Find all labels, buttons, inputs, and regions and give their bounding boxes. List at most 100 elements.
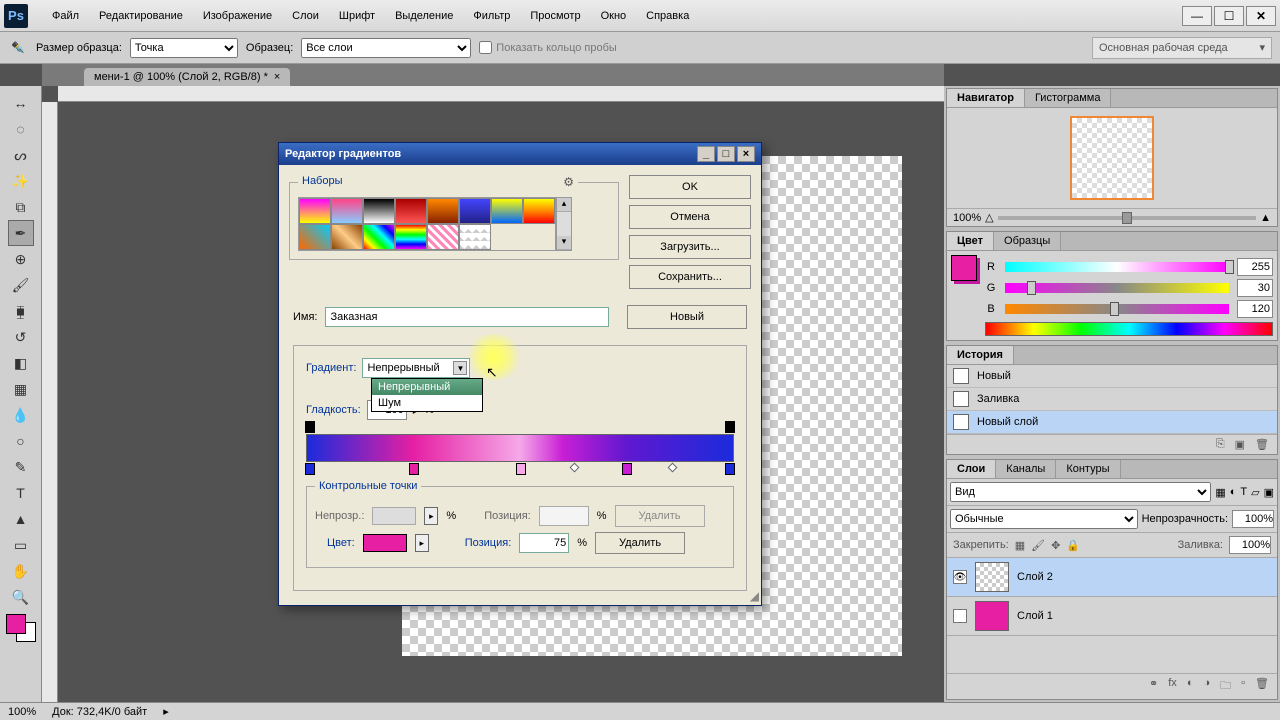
menu-image[interactable]: Изображение: [195, 6, 280, 26]
preset-swatch[interactable]: [363, 224, 395, 250]
swatches-tab[interactable]: Образцы: [994, 232, 1061, 250]
blur-tool[interactable]: 💧: [8, 402, 34, 428]
layer-item[interactable]: 👁 Слой 2: [947, 558, 1277, 597]
cp-color-delete-button[interactable]: Удалить: [595, 532, 685, 554]
preset-swatch[interactable]: [523, 198, 555, 224]
sample-src-select[interactable]: Все слои: [301, 38, 471, 58]
lock-paint-icon[interactable]: 🖌: [1031, 539, 1045, 552]
filter-smart-icon[interactable]: ▣: [1264, 486, 1274, 499]
name-input[interactable]: [325, 307, 609, 327]
new-button[interactable]: Новый: [627, 305, 747, 329]
g-input[interactable]: [1237, 279, 1273, 297]
preset-swatch[interactable]: [395, 224, 427, 250]
cp-color-pos-input[interactable]: [519, 533, 569, 553]
marquee-tool[interactable]: ◌: [8, 116, 34, 142]
navigator-tab[interactable]: Навигатор: [947, 89, 1025, 107]
gradient-tool[interactable]: ▦: [8, 376, 34, 402]
visibility-toggle[interactable]: [953, 609, 967, 623]
history-item[interactable]: Заливка: [947, 388, 1277, 411]
navigator-thumbnail[interactable]: [1070, 116, 1154, 200]
ok-button[interactable]: OK: [629, 175, 751, 199]
cancel-button[interactable]: Отмена: [629, 205, 751, 229]
preset-swatch[interactable]: [459, 224, 491, 250]
midpoint-handle[interactable]: [570, 463, 580, 473]
brush-tool[interactable]: 🖌: [8, 272, 34, 298]
resize-grip[interactable]: ◢: [750, 589, 759, 603]
history-snapshot-icon[interactable]: ⎘: [1216, 438, 1225, 451]
sample-size-select[interactable]: Точка: [130, 38, 238, 58]
layer-name[interactable]: Слой 2: [1017, 571, 1053, 583]
r-slider[interactable]: [1005, 262, 1229, 272]
opacity-stop[interactable]: [305, 421, 315, 433]
lasso-tool[interactable]: ᔕ: [8, 142, 34, 168]
new-layer-icon[interactable]: ▫: [1241, 677, 1245, 696]
menu-select[interactable]: Выделение: [387, 6, 461, 26]
pen-tool[interactable]: ✎: [8, 454, 34, 480]
menu-layer[interactable]: Слои: [284, 6, 327, 26]
status-arrow-icon[interactable]: ▸: [163, 705, 169, 718]
fg-swatch[interactable]: [6, 614, 26, 634]
preset-swatch[interactable]: [363, 198, 395, 224]
lock-pos-icon[interactable]: ✥: [1051, 539, 1060, 552]
color-current-swatch[interactable]: [951, 255, 977, 281]
filter-adj-icon[interactable]: ◐: [1230, 486, 1237, 498]
filter-type-icon[interactable]: T: [1240, 486, 1247, 498]
show-ring-checkbox[interactable]: [479, 41, 492, 54]
color-stop[interactable]: [305, 463, 315, 475]
tool-preset-icon[interactable]: ✒️: [8, 38, 28, 58]
filter-img-icon[interactable]: ▦: [1215, 486, 1225, 499]
preset-swatch[interactable]: [491, 198, 523, 224]
history-trash-icon[interactable]: 🗑: [1255, 438, 1269, 451]
type-tool[interactable]: T: [8, 480, 34, 506]
wand-tool[interactable]: ✨: [8, 168, 34, 194]
history-item[interactable]: Новый слой: [947, 411, 1277, 434]
b-input[interactable]: [1237, 300, 1273, 318]
link-icon[interactable]: ⚭: [1149, 677, 1158, 696]
dialog-titlebar[interactable]: Редактор градиентов _ □ ×: [279, 143, 761, 165]
minimize-button[interactable]: —: [1182, 6, 1212, 26]
stamp-tool[interactable]: ⧯: [8, 298, 34, 324]
blend-mode-select[interactable]: Обычные: [950, 509, 1138, 529]
dropdown-option-noise[interactable]: Шум: [372, 395, 482, 411]
lock-all-icon[interactable]: 🔒: [1066, 539, 1080, 552]
close-button[interactable]: ✕: [1246, 6, 1276, 26]
menu-edit[interactable]: Редактирование: [91, 6, 191, 26]
fx-icon[interactable]: fx: [1168, 677, 1177, 696]
color-stop[interactable]: [409, 463, 419, 475]
group-icon[interactable]: 🗀: [1220, 677, 1231, 696]
move-tool[interactable]: ↔: [8, 90, 34, 116]
histogram-tab[interactable]: Гистограмма: [1025, 89, 1112, 107]
chevron-down-icon[interactable]: ▼: [453, 361, 467, 375]
menu-help[interactable]: Справка: [638, 6, 697, 26]
history-item[interactable]: Новый: [947, 365, 1277, 388]
visibility-toggle[interactable]: 👁: [953, 570, 967, 584]
filter-shape-icon[interactable]: ▱: [1251, 486, 1259, 499]
eyedropper-tool[interactable]: ✒: [8, 220, 34, 246]
nav-zoom-slider[interactable]: [998, 216, 1257, 220]
doctab-close-icon[interactable]: ×: [274, 71, 280, 83]
trash-icon[interactable]: 🗑: [1255, 677, 1269, 696]
zoom-tool[interactable]: 🔍: [8, 584, 34, 610]
layer-name[interactable]: Слой 1: [1017, 610, 1053, 622]
document-tab[interactable]: мени-1 @ 100% (Слой 2, RGB/8) * ×: [84, 68, 290, 86]
shape-tool[interactable]: ▭: [8, 532, 34, 558]
dialog-max-button[interactable]: □: [717, 146, 735, 162]
color-stop[interactable]: [622, 463, 632, 475]
crop-tool[interactable]: ⧉: [8, 194, 34, 220]
status-zoom[interactable]: 100%: [8, 706, 36, 718]
zoom-in-icon[interactable]: ▲: [1260, 212, 1271, 224]
preset-swatch[interactable]: [299, 198, 331, 224]
layer-item[interactable]: Слой 1: [947, 597, 1277, 636]
dropdown-option-solid[interactable]: Непрерывный: [372, 379, 482, 395]
spectrum-ramp[interactable]: [985, 322, 1273, 336]
adj-icon[interactable]: ◑: [1203, 677, 1210, 696]
menu-type[interactable]: Шрифт: [331, 6, 383, 26]
paths-tab[interactable]: Контуры: [1056, 460, 1120, 478]
dialog-close-button[interactable]: ×: [737, 146, 755, 162]
mask-icon[interactable]: ◐: [1187, 677, 1194, 696]
preset-swatch[interactable]: [395, 198, 427, 224]
opacity-input[interactable]: [1232, 510, 1274, 528]
history-brush-tool[interactable]: ↺: [8, 324, 34, 350]
preset-swatch[interactable]: [331, 224, 363, 250]
path-select-tool[interactable]: ▲: [8, 506, 34, 532]
